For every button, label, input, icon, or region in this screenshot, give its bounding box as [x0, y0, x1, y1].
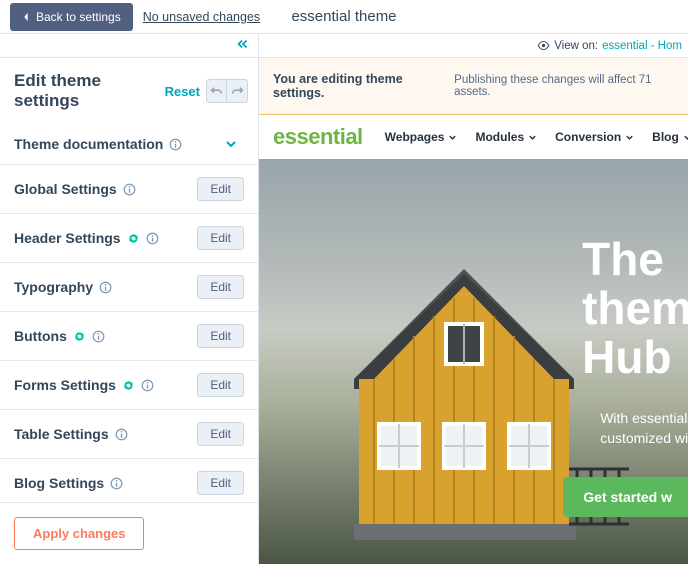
- info-icon: [146, 232, 159, 245]
- info-icon: [141, 379, 154, 392]
- hero-line-2: them: [582, 284, 688, 333]
- info-icon: [99, 281, 112, 294]
- hero-subtext: With essential, customized wit: [600, 409, 688, 448]
- settings-sidebar: Edit theme settings Reset Theme document…: [0, 34, 259, 564]
- redo-button[interactable]: [227, 80, 247, 102]
- topbar: Back to settings No unsaved changes esse…: [0, 0, 688, 34]
- back-to-settings-button[interactable]: Back to settings: [10, 3, 133, 31]
- nav-item-label: Modules: [475, 130, 524, 144]
- nav-item[interactable]: Modules: [475, 130, 537, 144]
- nav-item[interactable]: Webpages: [385, 130, 458, 144]
- nav-item[interactable]: Conversion: [555, 130, 634, 144]
- setting-label-text: Buttons: [14, 328, 67, 344]
- edit-button[interactable]: Edit: [197, 275, 244, 299]
- nav-item-label: Webpages: [385, 130, 445, 144]
- setting-label: Table Settings: [14, 426, 128, 442]
- panel-header-actions: Reset: [165, 79, 248, 103]
- setting-row[interactable]: Forms Settings Edit: [0, 361, 258, 410]
- sync-icon: [73, 330, 86, 343]
- notice-bold: You are editing theme settings.: [273, 72, 444, 100]
- setting-label-text: Header Settings: [14, 230, 121, 246]
- hero: The them Hub With essential, customized …: [259, 159, 688, 564]
- sync-icon: [122, 379, 135, 392]
- edit-button[interactable]: Edit: [197, 226, 244, 250]
- view-on-bar: View on: essential - Hom: [259, 34, 688, 58]
- chevron-down-icon: [224, 137, 238, 151]
- setting-label-text: Blog Settings: [14, 475, 104, 491]
- apply-changes-button[interactable]: Apply changes: [14, 517, 144, 550]
- hero-line-3: Hub: [582, 333, 688, 382]
- chevron-down-icon: [625, 133, 634, 142]
- hero-headline: The them Hub: [582, 235, 688, 381]
- undo-icon: [210, 85, 223, 97]
- edit-button[interactable]: Edit: [197, 177, 244, 201]
- info-icon: [92, 330, 105, 343]
- setting-row[interactable]: Buttons Edit: [0, 312, 258, 361]
- edit-button[interactable]: Edit: [197, 373, 244, 397]
- nav-item-label: Conversion: [555, 130, 621, 144]
- collapse-row: [0, 34, 258, 58]
- settings-list: Theme documentationGlobal SettingsEditHe…: [0, 124, 258, 502]
- notice-detail: Publishing these changes will affect 71 …: [454, 74, 674, 98]
- eye-icon: [537, 39, 550, 52]
- hero-sub-1: With essential,: [600, 409, 688, 429]
- setting-label: Global Settings: [14, 181, 136, 197]
- double-chevron-left-icon: [236, 38, 250, 50]
- undo-redo-group: [206, 79, 248, 103]
- site-logo: essential: [273, 124, 363, 150]
- site-header: essential WebpagesModulesConversionBlogS…: [259, 115, 688, 159]
- setting-row[interactable]: Global Settings Edit: [0, 165, 258, 214]
- apply-area: Apply changes: [0, 502, 258, 564]
- setting-row[interactable]: Table Settings Edit: [0, 410, 258, 459]
- setting-label: Buttons: [14, 328, 105, 344]
- chevron-left-icon: [22, 12, 30, 22]
- undo-button[interactable]: [207, 80, 227, 102]
- panel-header: Edit theme settings Reset: [0, 58, 258, 124]
- hero-cta-button[interactable]: Get started w: [563, 477, 688, 517]
- setting-label-text: Forms Settings: [14, 377, 116, 393]
- chevron-down-icon: [448, 133, 457, 142]
- panel-heading: Edit theme settings: [14, 71, 165, 111]
- site-nav: WebpagesModulesConversionBlogSup: [385, 130, 688, 144]
- redo-icon: [231, 85, 244, 97]
- setting-label-text: Global Settings: [14, 181, 117, 197]
- info-icon: [115, 428, 128, 441]
- view-on-prefix: View on:: [554, 40, 598, 52]
- content: Edit theme settings Reset Theme document…: [0, 34, 688, 564]
- sync-icon: [127, 232, 140, 245]
- theme-title: essential theme: [204, 8, 484, 25]
- setting-label: Theme documentation: [14, 136, 182, 152]
- setting-label-text: Table Settings: [14, 426, 109, 442]
- collapse-sidebar-button[interactable]: [236, 37, 250, 55]
- preview-pane: View on: essential - Hom You are editing…: [259, 34, 688, 564]
- nav-item[interactable]: Blog: [652, 130, 688, 144]
- setting-label-text: Theme documentation: [14, 136, 163, 152]
- edit-button[interactable]: Edit: [197, 324, 244, 348]
- chevron-down-icon: [528, 133, 537, 142]
- view-on-link[interactable]: essential - Hom: [602, 40, 682, 52]
- info-icon: [110, 477, 123, 490]
- reset-button[interactable]: Reset: [165, 84, 200, 99]
- chevron-down-icon: [683, 133, 688, 142]
- hero-sub-2: customized wit: [600, 429, 688, 449]
- setting-row[interactable]: Typography Edit: [0, 263, 258, 312]
- setting-label-text: Typography: [14, 279, 93, 295]
- setting-row[interactable]: Blog Settings Edit: [0, 459, 258, 502]
- info-icon: [169, 138, 182, 151]
- setting-label: Blog Settings: [14, 475, 123, 491]
- setting-label: Typography: [14, 279, 112, 295]
- editing-notice: You are editing theme settings. Publishi…: [259, 58, 688, 115]
- edit-button[interactable]: Edit: [197, 422, 244, 446]
- setting-label: Forms Settings: [14, 377, 154, 393]
- hero-line-1: The: [582, 235, 688, 284]
- back-label: Back to settings: [36, 10, 121, 24]
- setting-row[interactable]: Theme documentation: [0, 124, 258, 165]
- setting-label: Header Settings: [14, 230, 159, 246]
- nav-item-label: Blog: [652, 130, 679, 144]
- setting-row[interactable]: Header Settings Edit: [0, 214, 258, 263]
- edit-button[interactable]: Edit: [197, 471, 244, 495]
- info-icon: [123, 183, 136, 196]
